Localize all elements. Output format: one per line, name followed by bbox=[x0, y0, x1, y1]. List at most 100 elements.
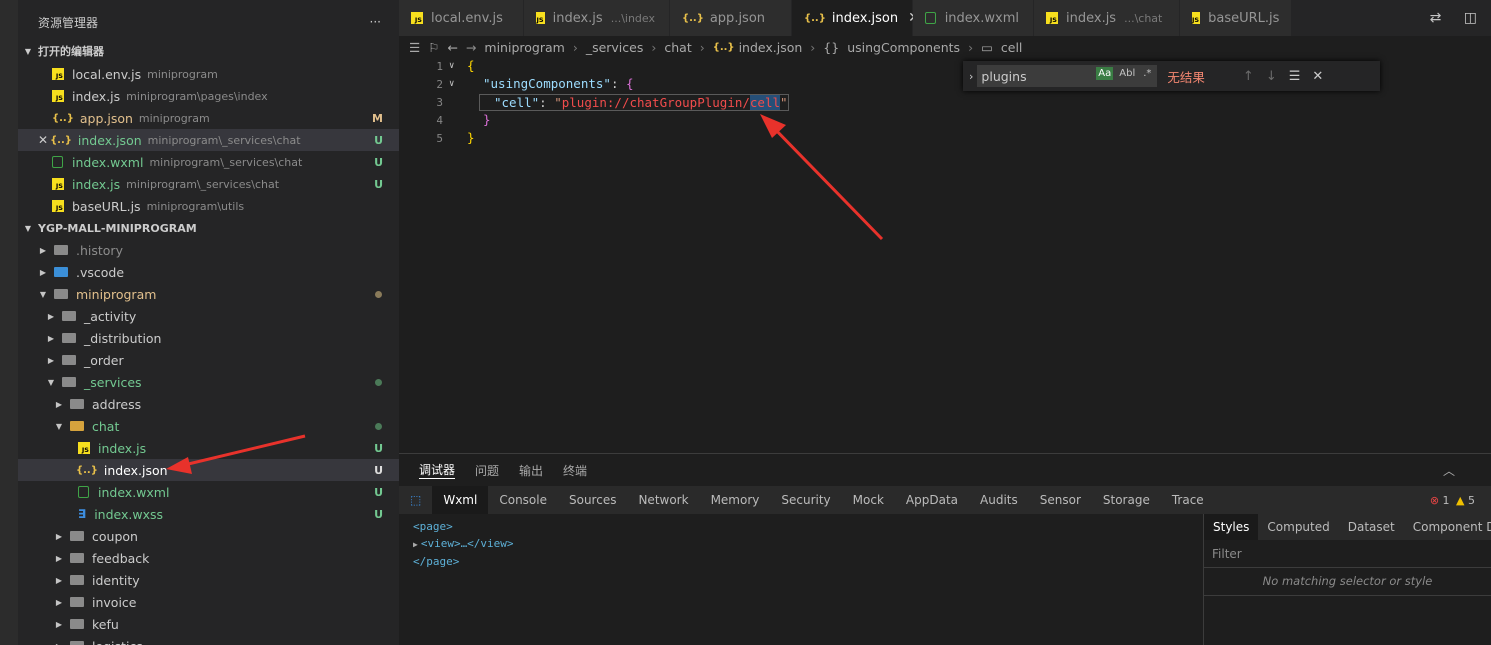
whole-word-toggle[interactable]: Abl bbox=[1117, 67, 1137, 80]
open-editor-item[interactable]: JS local.env.js miniprogram bbox=[18, 63, 399, 85]
tree-folder-identity[interactable]: ▶ identity bbox=[18, 569, 399, 591]
breadcrumb-item[interactable]: _services bbox=[586, 40, 644, 55]
breadcrumb-item[interactable]: usingComponents bbox=[847, 40, 960, 55]
tab-index-wxml[interactable]: index.wxml bbox=[913, 0, 1034, 36]
tab-terminal[interactable]: 终端 bbox=[563, 462, 587, 479]
tab-debugger[interactable]: 调试器 bbox=[419, 461, 456, 479]
devtools-tab[interactable]: Trace bbox=[1161, 486, 1215, 514]
devtools-tab[interactable]: AppData bbox=[895, 486, 969, 514]
tab-problems[interactable]: 问题 bbox=[475, 462, 499, 479]
devtools-tab[interactable]: Audits bbox=[969, 486, 1029, 514]
devtools-tab[interactable]: Console bbox=[488, 486, 558, 514]
bookmark-icon[interactable]: ⚐ bbox=[428, 40, 439, 55]
tab-styles[interactable]: Styles bbox=[1204, 514, 1259, 540]
breadcrumb-item[interactable]: cell bbox=[1001, 40, 1023, 55]
devtools-tab[interactable]: Network bbox=[627, 486, 699, 514]
devtools-tab[interactable]: Storage bbox=[1092, 486, 1161, 514]
breadcrumb-item[interactable]: miniprogram bbox=[484, 40, 564, 55]
folder-icon bbox=[62, 333, 76, 343]
more-actions-icon[interactable]: ··· bbox=[370, 15, 381, 29]
styles-filter-input[interactable]: Filter bbox=[1204, 540, 1491, 568]
close-icon[interactable]: ✕ bbox=[38, 133, 48, 147]
tab-index-js-index[interactable]: JS index.js ...\index bbox=[524, 0, 670, 36]
fold-chevron-icon[interactable]: ∨ bbox=[449, 79, 454, 89]
tree-file-index-wxml[interactable]: index.wxml U bbox=[18, 481, 399, 503]
tree-folder-invoice[interactable]: ▶ invoice bbox=[18, 591, 399, 613]
tree-folder-coupon[interactable]: ▶ coupon bbox=[18, 525, 399, 547]
list-icon[interactable]: ☰ bbox=[409, 40, 420, 55]
tab-app-json[interactable]: {..} app.json bbox=[670, 0, 792, 36]
tree-folder-logistics[interactable]: ▶ logistics bbox=[18, 635, 399, 645]
chevron-right-icon: ▶ bbox=[55, 619, 63, 629]
issue-counter[interactable]: ⊗ 1 ▲ 5 bbox=[1430, 494, 1475, 507]
wxml-node[interactable]: </page> bbox=[413, 553, 1203, 570]
code-editor[interactable]: 1 2 3 4 5 ∨ ∨ { "usingComponents": { "ce… bbox=[399, 58, 1491, 453]
tree-folder-order[interactable]: ▶ _order bbox=[18, 349, 399, 371]
breadcrumb-item[interactable]: index.json bbox=[739, 40, 803, 55]
regex-toggle[interactable]: .* bbox=[1141, 67, 1153, 80]
forward-arrow-icon[interactable]: → bbox=[466, 40, 476, 55]
open-editor-item[interactable]: index.wxml miniprogram\_services\chat U bbox=[18, 151, 399, 173]
open-editor-item[interactable]: JS index.js miniprogram\pages\index bbox=[18, 85, 399, 107]
tree-folder-miniprogram[interactable]: ▼ miniprogram bbox=[18, 283, 399, 305]
tab-local-env-js[interactable]: JS local.env.js bbox=[399, 0, 524, 36]
chevron-up-icon[interactable]: ︿ bbox=[1443, 462, 1455, 479]
tree-folder-feedback[interactable]: ▶ feedback bbox=[18, 547, 399, 569]
close-icon[interactable]: ✕ bbox=[1312, 69, 1323, 84]
back-arrow-icon[interactable]: ← bbox=[447, 40, 457, 55]
tab-index-json[interactable]: {..} index.json ✕ bbox=[792, 0, 920, 36]
devtools-tab-wxml[interactable]: Wxml bbox=[432, 486, 489, 514]
tab-dataset[interactable]: Dataset bbox=[1339, 514, 1404, 540]
find-in-selection-icon[interactable]: ☰ bbox=[1289, 69, 1301, 84]
breadcrumb-item[interactable]: chat bbox=[664, 40, 691, 55]
devtools-tab[interactable]: Mock bbox=[842, 486, 895, 514]
arrow-down-icon[interactable]: ↓ bbox=[1266, 69, 1277, 84]
tree-folder-history[interactable]: ▶ .history bbox=[18, 239, 399, 261]
tree-folder-services[interactable]: ▼ _services bbox=[18, 371, 399, 393]
compare-icon[interactable]: ⇄ bbox=[1430, 10, 1442, 26]
open-editors-header[interactable]: ▼ 打开的编辑器 bbox=[18, 40, 399, 62]
open-editor-item[interactable]: {..} app.json miniprogram M bbox=[18, 107, 399, 129]
tree-folder-distribution[interactable]: ▶ _distribution bbox=[18, 327, 399, 349]
open-editor-item-active[interactable]: ✕ {..} index.json miniprogram\_services\… bbox=[18, 129, 399, 151]
project-header[interactable]: ▼ YGP-MALL-MINIPROGRAM bbox=[18, 217, 399, 239]
find-input[interactable]: plugins Aa Abl .* bbox=[977, 65, 1158, 87]
arrow-up-icon[interactable]: ↑ bbox=[1243, 69, 1254, 84]
devtools-tab[interactable]: Sensor bbox=[1029, 486, 1092, 514]
tree-folder-vscode[interactable]: ▶ .vscode bbox=[18, 261, 399, 283]
devtools-tab[interactable]: Memory bbox=[700, 486, 771, 514]
devtools-tab[interactable]: Security bbox=[770, 486, 841, 514]
expand-triangle-icon[interactable]: ▶ bbox=[413, 540, 418, 549]
tab-index-js-chat[interactable]: JS index.js ...\chat bbox=[1034, 0, 1180, 36]
tab-computed[interactable]: Computed bbox=[1258, 514, 1338, 540]
wxml-node[interactable]: <page> bbox=[413, 518, 1203, 535]
open-editor-item[interactable]: JS index.js miniprogram\_services\chat U bbox=[18, 173, 399, 195]
tree-folder-kefu[interactable]: ▶ kefu bbox=[18, 613, 399, 635]
open-editor-item[interactable]: JS baseURL.js miniprogram\utils bbox=[18, 195, 399, 217]
breadcrumb: ☰ ⚐ ← → miniprogram › _services › chat ›… bbox=[399, 36, 1491, 58]
tab-output[interactable]: 输出 bbox=[519, 462, 543, 479]
devtools-toolbar: ⬚ Wxml Console Sources Network Memory Se… bbox=[399, 486, 1491, 514]
chevron-right-icon: ▶ bbox=[47, 355, 55, 365]
modified-badge: M bbox=[372, 111, 383, 125]
wxml-tree[interactable]: <page> ▶ <view>…</view> </page> bbox=[399, 514, 1203, 645]
styles-pane: Styles Computed Dataset Component Data F… bbox=[1203, 514, 1491, 645]
chevron-right-icon: › bbox=[810, 39, 816, 55]
tree-folder-address[interactable]: ▶ address bbox=[18, 393, 399, 415]
devtools-tab[interactable]: Sources bbox=[558, 486, 627, 514]
tree-file-index-js[interactable]: JS index.js U bbox=[18, 437, 399, 459]
split-editor-icon[interactable]: ◫ bbox=[1464, 10, 1477, 26]
tab-component-data[interactable]: Component Data bbox=[1404, 514, 1491, 540]
tree-folder-chat[interactable]: ▼ chat bbox=[18, 415, 399, 437]
chevron-right-icon: ▶ bbox=[55, 531, 63, 541]
wxml-node[interactable]: ▶ <view>…</view> bbox=[413, 535, 1203, 553]
inspect-icon[interactable]: ⬚ bbox=[399, 486, 432, 514]
tree-folder-activity[interactable]: ▶ _activity bbox=[18, 305, 399, 327]
match-case-toggle[interactable]: Aa bbox=[1096, 67, 1114, 80]
tree-file-index-wxss[interactable]: ∃ index.wxss U bbox=[18, 503, 399, 525]
chevron-right-icon[interactable]: › bbox=[969, 70, 973, 83]
fold-chevron-icon[interactable]: ∨ bbox=[449, 61, 454, 71]
js-file-icon: JS bbox=[78, 442, 90, 454]
tab-baseurl-js[interactable]: JS baseURL.js bbox=[1180, 0, 1292, 36]
tree-file-index-json[interactable]: {..} index.json U bbox=[18, 459, 399, 481]
